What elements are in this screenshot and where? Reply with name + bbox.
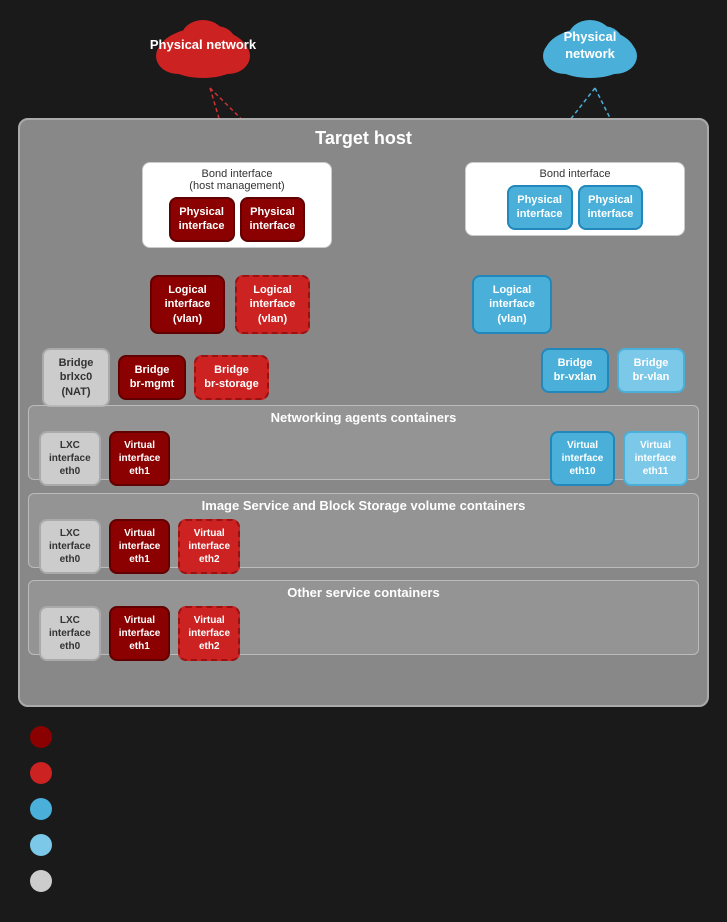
virt-eth11-net: Virtualinterfaceeth11 <box>623 431 688 486</box>
virt-eth1-other: Virtualinterfaceeth1 <box>109 606 171 661</box>
lxc-eth0-img: LXCinterfaceeth0 <box>39 519 101 574</box>
bridges-row: Bridgebrlxc0(NAT) Bridgebr-mgmt Bridgebr… <box>42 348 269 407</box>
legend-item-3 <box>30 798 52 820</box>
bridge-br-vxlan: Bridgebr-vxlan <box>541 348 609 393</box>
phys-iface-right-2: Physicalinterface <box>578 185 644 230</box>
logical-iface-right-wrap: Logicalinterface(vlan) <box>472 275 552 334</box>
image-block-label: Image Service and Block Storage volume c… <box>29 494 698 513</box>
legend-dot-red <box>30 762 52 784</box>
other-services-container: Other service containers LXCinterfaceeth… <box>28 580 699 655</box>
target-host-box: Target host Bond interface(host manageme… <box>18 118 709 707</box>
phys-iface-left-2: Physicalinterface <box>240 197 306 242</box>
lxc-eth0-net: LXCinterfaceeth0 <box>39 431 101 486</box>
phys-iface-left-1: Physicalinterface <box>169 197 235 242</box>
legend-dot-blue <box>30 798 52 820</box>
logical-iface-3: Logicalinterface(vlan) <box>472 275 552 334</box>
other-services-ifaces: LXCinterfaceeth0 Virtualinterfaceeth1 Vi… <box>29 602 698 665</box>
legend-dot-dark-red <box>30 726 52 748</box>
legend-dot-light-blue <box>30 834 52 856</box>
virt-eth1-img: Virtualinterfaceeth1 <box>109 519 171 574</box>
virt-eth2-other: Virtualinterfaceeth2 <box>178 606 240 661</box>
legend-item-4 <box>30 834 52 856</box>
logical-iface-2: Logicalinterface(vlan) <box>235 275 310 334</box>
legend-item-5 <box>30 870 52 892</box>
bond-box-right: Bond interface Physicalinterface Physica… <box>465 162 685 236</box>
logical-ifaces-row: Logicalinterface(vlan) Logicalinterface(… <box>150 275 310 334</box>
legend-dot-gray <box>30 870 52 892</box>
bond-box-left: Bond interface(host management) Physical… <box>142 162 332 248</box>
image-block-ifaces: LXCinterfaceeth0 Virtualinterfaceeth1 Vi… <box>29 515 698 578</box>
bridges-row-right: Bridgebr-vxlan Bridgebr-vlan <box>541 348 685 393</box>
main-container: Physical network Physicalnetwork Target … <box>0 0 727 922</box>
virt-eth2-img: Virtualinterfaceeth2 <box>178 519 240 574</box>
bond-left-label: Bond interface(host management) <box>148 168 326 192</box>
bridge-br-vlan: Bridgebr-vlan <box>617 348 685 393</box>
bond-right-label: Bond interface <box>471 168 679 180</box>
other-services-label: Other service containers <box>29 581 698 600</box>
bridge-br-storage: Bridgebr-storage <box>194 355 269 400</box>
networking-agents-container: Networking agents containers LXCinterfac… <box>28 405 699 480</box>
logical-iface-1: Logicalinterface(vlan) <box>150 275 225 334</box>
virt-eth1-net: Virtualinterfaceeth1 <box>109 431 171 486</box>
image-block-container: Image Service and Block Storage volume c… <box>28 493 699 568</box>
virt-eth10-net: Virtualinterfaceeth10 <box>550 431 615 486</box>
legend <box>30 726 52 892</box>
cloud-left: Physical network <box>148 8 258 83</box>
networking-agents-ifaces: LXCinterfaceeth0 Virtualinterfaceeth1 Vi… <box>29 427 698 490</box>
bridge-brlxc0: Bridgebrlxc0(NAT) <box>42 348 110 407</box>
cloud-right: Physicalnetwork <box>535 8 645 83</box>
phys-iface-right-1: Physicalinterface <box>507 185 573 230</box>
legend-item-2 <box>30 762 52 784</box>
target-host-label: Target host <box>315 128 412 149</box>
networking-agents-label: Networking agents containers <box>29 406 698 425</box>
lxc-eth0-other: LXCinterfaceeth0 <box>39 606 101 661</box>
legend-item-1 <box>30 726 52 748</box>
bridge-br-mgmt: Bridgebr-mgmt <box>118 355 186 400</box>
